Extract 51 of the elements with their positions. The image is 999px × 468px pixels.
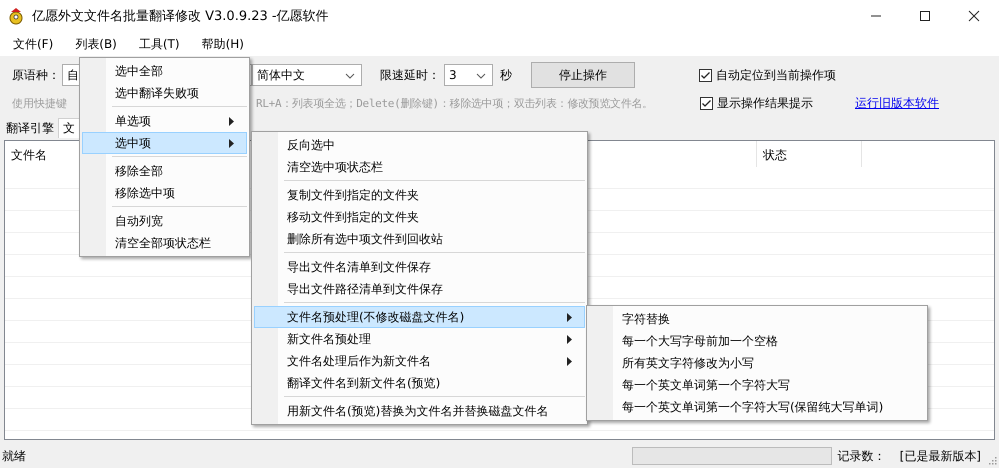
menu-item[interactable]: 选中项 <box>82 132 247 154</box>
menu-item[interactable]: 复制文件到指定的文件夹 <box>254 184 585 206</box>
window-title: 亿愿外文文件名批量翻译修改 V3.0.9.23 -亿愿软件 <box>32 8 329 25</box>
checkbox[interactable] <box>699 68 712 82</box>
menu-bar-item[interactable]: 帮助(H) <box>194 36 251 52</box>
menu-item[interactable]: 移动文件到指定的文件夹 <box>254 206 585 228</box>
checkbox[interactable] <box>700 96 713 110</box>
target-language-dropdown[interactable]: 简体中文 <box>252 64 362 86</box>
shortcut-hint: RL+A：列表项全选；Delete(删除键)：移除选中项；双击列表：修改预览文件名。 <box>256 96 654 110</box>
checkbox-label[interactable]: 显示操作结果提示 <box>717 94 813 112</box>
menu-item[interactable]: 导出文件名清单到文件保存 <box>254 256 585 278</box>
menu-item[interactable]: 翻译文件名到新文件名(预览) <box>254 372 585 394</box>
menu-item[interactable]: 字符替换 <box>589 308 925 330</box>
menu-item[interactable]: 选中全部 <box>82 60 247 82</box>
menu-item[interactable]: 自动列宽 <box>82 210 247 232</box>
shortcut-hint: 使用快捷键 <box>12 96 68 110</box>
stop-button[interactable]: 停止操作 <box>531 62 635 88</box>
menu-item[interactable]: 文件名处理后作为新文件名 <box>254 350 585 372</box>
menu-item[interactable]: 移除选中项 <box>82 182 247 204</box>
resize-grip-icon[interactable] <box>987 455 997 465</box>
menu-item[interactable]: 每一个大写字母前加一个空格 <box>589 330 925 352</box>
maximize-icon[interactable] <box>919 10 931 22</box>
menu-item[interactable]: 移除全部 <box>82 160 247 182</box>
delay-dropdown[interactable]: 3 <box>444 64 493 86</box>
delay-label: 限速延时： <box>380 66 440 84</box>
menu-item[interactable]: 文件名预处理(不修改磁盘文件名) <box>254 306 585 328</box>
version-status: [已是最新版本] <box>900 448 981 464</box>
menu-item[interactable]: 选中翻译失败项 <box>82 82 247 104</box>
menu-item[interactable]: 新文件名预处理 <box>254 328 585 350</box>
menu-bar-item[interactable]: 文件(F) <box>6 36 60 52</box>
source-language-label: 原语种： <box>12 66 60 84</box>
menu-item[interactable]: 每一个英文单词第一个字符大写(保留纯大写单词) <box>589 396 925 418</box>
menu-item[interactable]: 用新文件名(预览)替换为文件名并替换磁盘文件名 <box>254 400 585 422</box>
menu-item[interactable]: 所有英文字符修改为小写 <box>589 352 925 374</box>
app-logo-icon <box>8 7 24 25</box>
status-text: 就绪 <box>2 448 26 464</box>
menu-item[interactable]: 清空选中项状态栏 <box>254 156 585 178</box>
menu-item[interactable]: 反向选中 <box>254 134 585 156</box>
old-version-link[interactable]: 运行旧版本软件 <box>855 94 939 112</box>
menu-item[interactable]: 每一个英文单词第一个字符大写 <box>589 374 925 396</box>
close-icon[interactable] <box>968 10 980 22</box>
menu-bar-item[interactable]: 工具(T) <box>132 36 187 52</box>
record-count-label: 记录数： <box>838 448 886 464</box>
menu-bar-item[interactable]: 列表(B) <box>68 36 124 52</box>
menu-item[interactable]: 删除所有选中项文件到回收站 <box>254 228 585 250</box>
tab[interactable]: 文 <box>58 118 80 138</box>
checkbox-label[interactable]: 自动定位到当前操作项 <box>716 66 836 84</box>
menu-item[interactable]: 单选项 <box>82 110 247 132</box>
menu-item[interactable]: 清空全部项状态栏 <box>82 232 247 254</box>
delay-unit: 秒 <box>500 66 512 84</box>
menu-item[interactable]: 导出文件路径清单到文件保存 <box>254 278 585 300</box>
